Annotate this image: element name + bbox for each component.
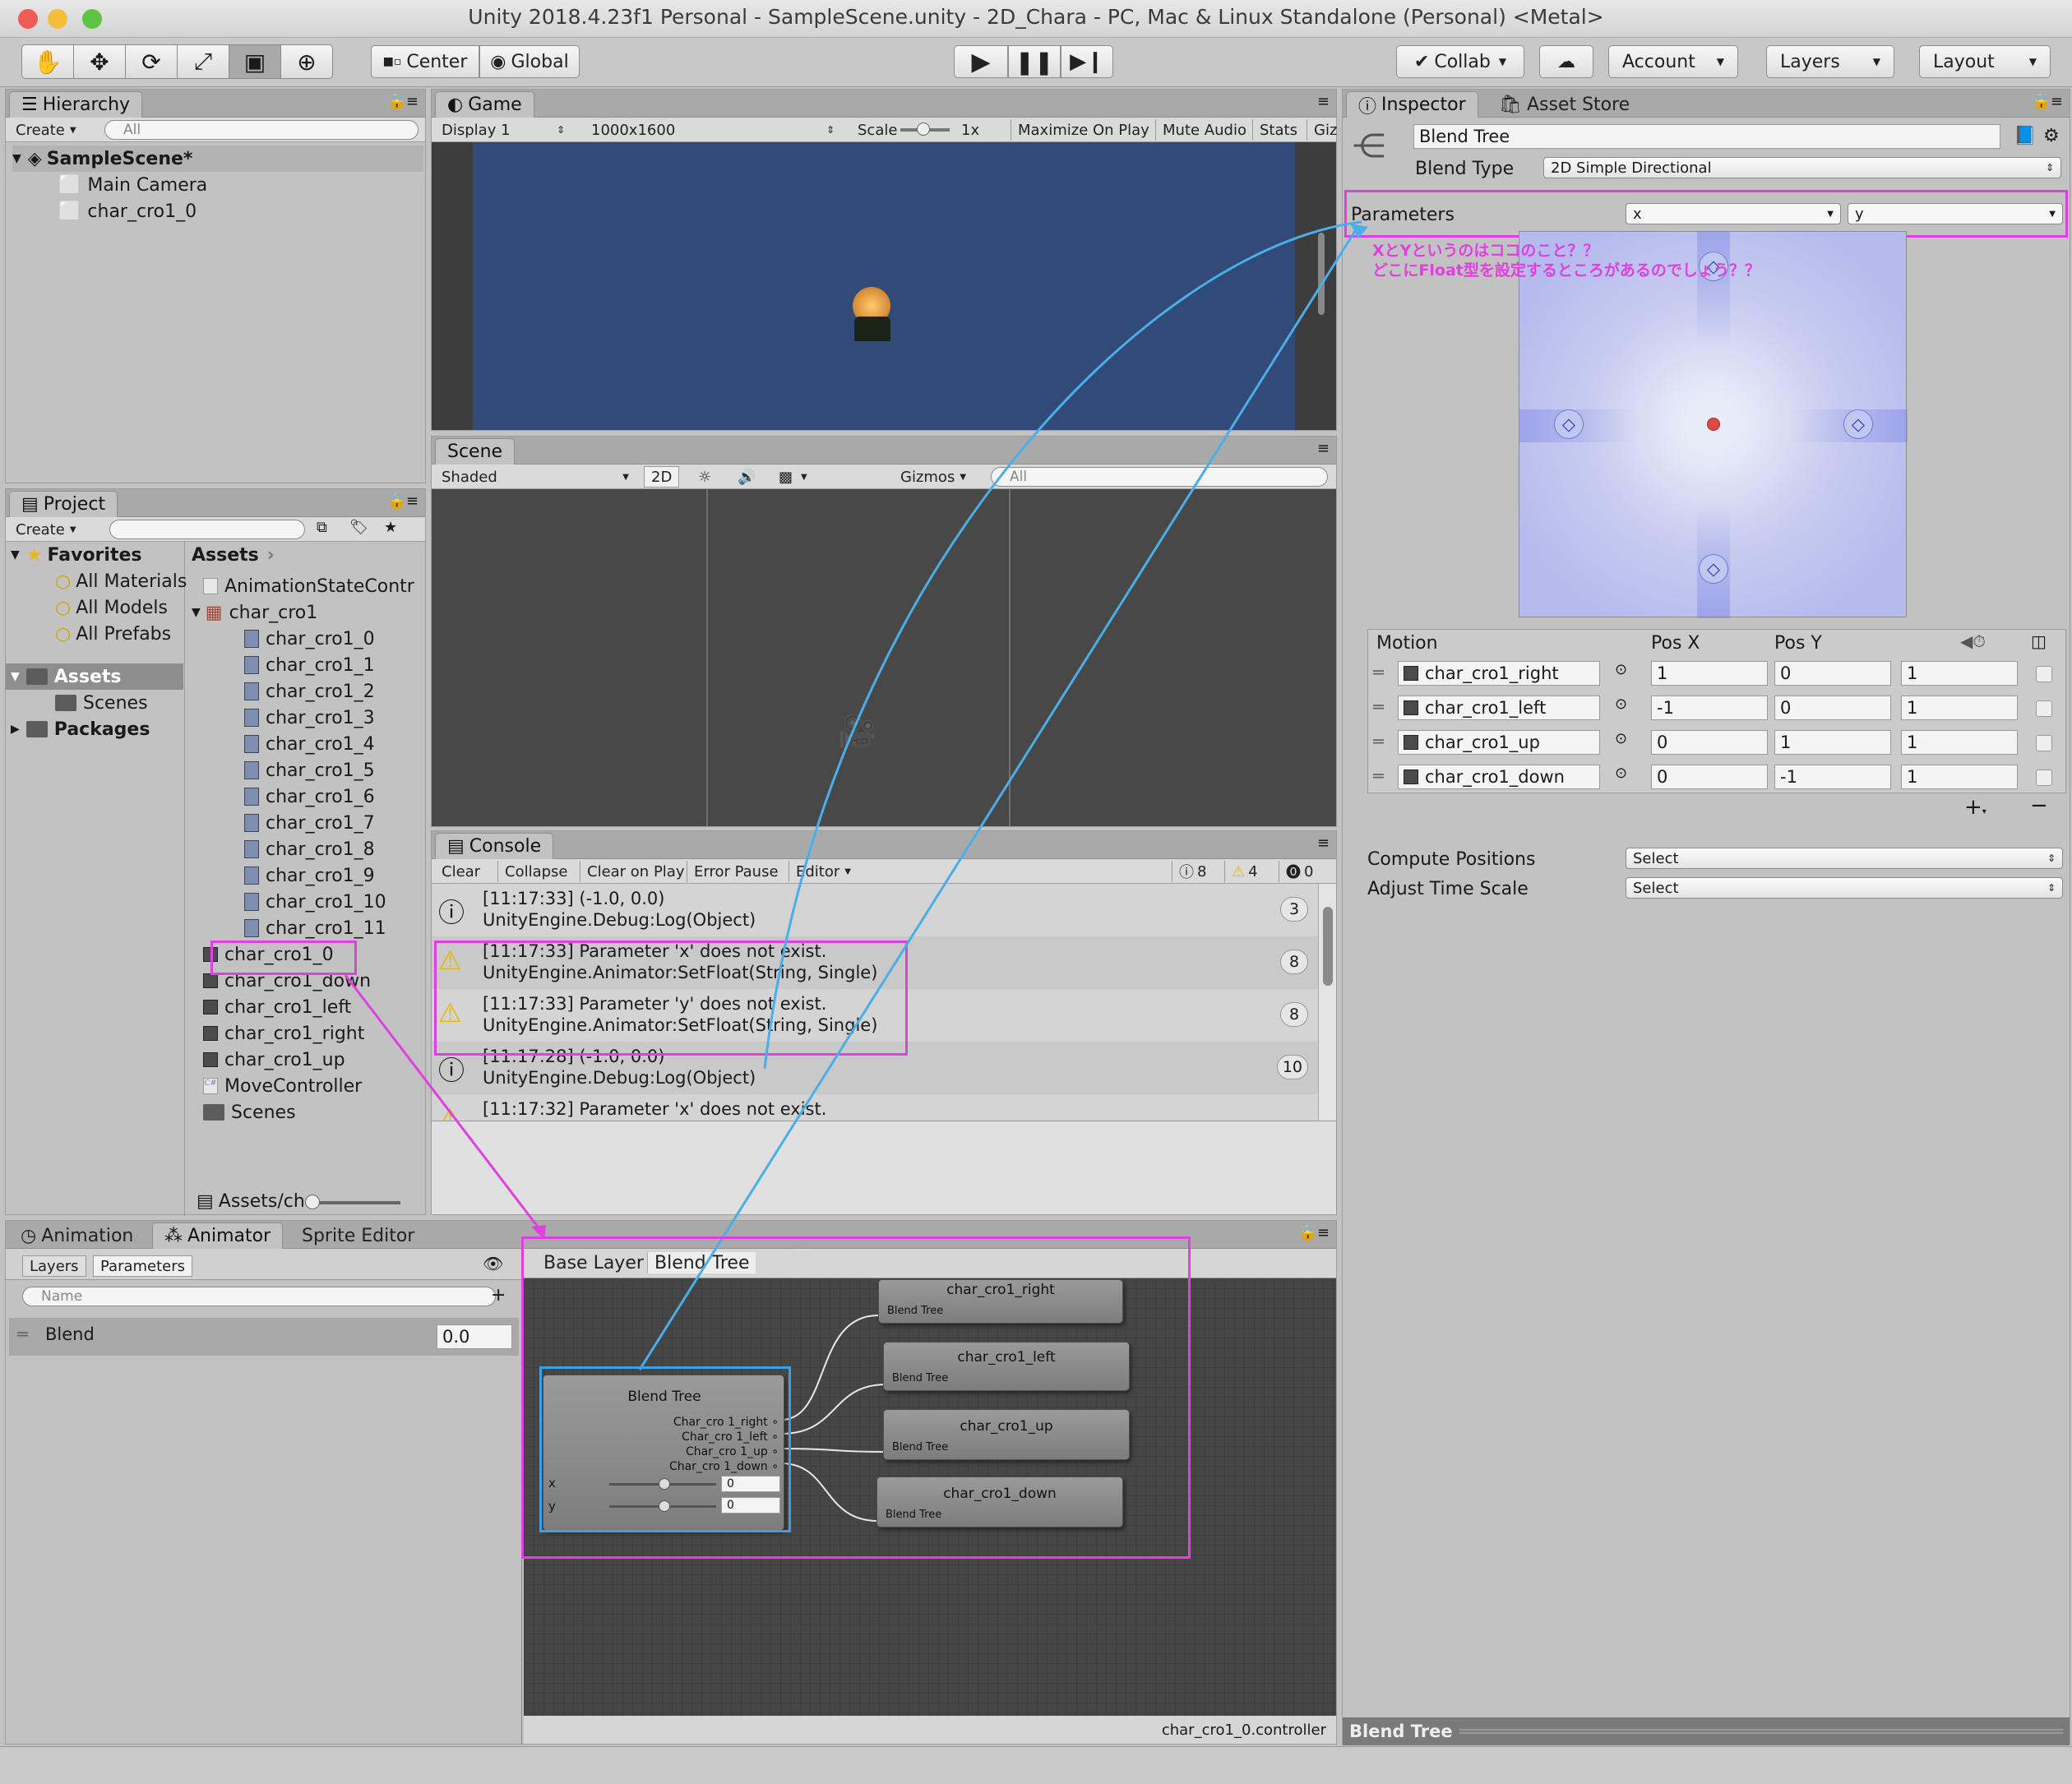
- highlight-animator-graph: [521, 1236, 1191, 1559]
- status-bar: [0, 1746, 2072, 1784]
